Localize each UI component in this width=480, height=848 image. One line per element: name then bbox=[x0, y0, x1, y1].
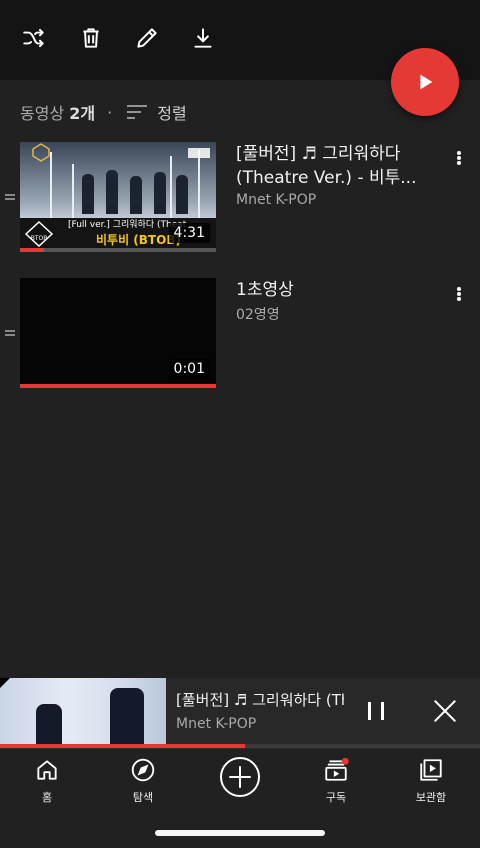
video-thumbnail[interactable]: BTOB [Full ver.] 그리워하다 (Theat 비투비 (BTOB)… bbox=[20, 142, 216, 252]
miniplayer-channel: Mnet K-POP bbox=[176, 716, 257, 732]
btob-logo: BTOB bbox=[24, 221, 54, 247]
add-circle-icon[interactable] bbox=[219, 756, 261, 798]
nav-label: 보관함 bbox=[415, 791, 447, 804]
playlist-meta-row: 동영상 2개 · 정렬 bbox=[20, 100, 187, 124]
video-title[interactable]: [풀버전] ♬ 그리워하다 (Theatre Ver.) - 비투... bbox=[236, 142, 436, 190]
watch-progress-bar bbox=[20, 248, 44, 252]
play-icon bbox=[420, 74, 433, 90]
video-thumbnail[interactable]: 0:01 bbox=[20, 278, 216, 388]
library-icon bbox=[420, 759, 442, 781]
nav-explore[interactable]: 탐색 bbox=[103, 757, 183, 805]
sort-button[interactable]: 정렬 bbox=[157, 100, 186, 124]
drag-handle-icon[interactable] bbox=[5, 330, 15, 338]
video-duration: 0:01 bbox=[168, 359, 210, 379]
nav-label: 구독 bbox=[325, 791, 347, 804]
edit-button[interactable] bbox=[131, 22, 163, 54]
playlist-video-item[interactable]: BTOB [Full ver.] 그리워하다 (Theat 비투비 (BTOB)… bbox=[0, 142, 480, 256]
video-count: 동영상 2개 bbox=[20, 104, 96, 123]
home-indicator[interactable] bbox=[155, 830, 325, 836]
video-duration: 4:31 bbox=[168, 223, 210, 243]
sort-icon[interactable] bbox=[126, 104, 148, 120]
close-icon[interactable] bbox=[432, 698, 458, 724]
playlist-video-item[interactable]: 0:01 1초영상 02영영 bbox=[0, 278, 480, 392]
download-icon bbox=[194, 28, 212, 48]
nav-home[interactable]: 홈 bbox=[7, 757, 87, 805]
trash-icon bbox=[83, 28, 99, 48]
svg-text:BTOB: BTOB bbox=[31, 235, 48, 242]
shuffle-icon bbox=[23, 28, 44, 48]
channel-watermark bbox=[188, 148, 210, 158]
nav-label: 탐색 bbox=[132, 791, 154, 804]
video-channel: Mnet K-POP bbox=[236, 192, 317, 208]
pause-icon[interactable] bbox=[365, 700, 387, 722]
compass-icon bbox=[131, 758, 155, 782]
miniplayer[interactable]: [풀버전] ♬ 그리워하다 (Th... Mnet K-POP bbox=[0, 678, 480, 748]
nav-label: 홈 bbox=[41, 791, 53, 804]
download-button[interactable] bbox=[187, 22, 219, 54]
show-logo-icon bbox=[32, 143, 50, 162]
shuffle-button[interactable] bbox=[18, 22, 50, 54]
home-icon bbox=[37, 760, 57, 780]
play-all-button[interactable] bbox=[391, 48, 459, 116]
video-title[interactable]: 1초영상 bbox=[236, 278, 436, 302]
subscriptions-icon bbox=[325, 757, 349, 781]
miniplayer-thumbnail[interactable] bbox=[0, 678, 166, 744]
meta-separator: · bbox=[107, 102, 113, 122]
drag-handle-icon[interactable] bbox=[5, 194, 15, 202]
miniplayer-title[interactable]: [풀버전] ♬ 그리워하다 (Th... bbox=[176, 689, 344, 710]
watch-progress-bar bbox=[20, 384, 216, 388]
delete-button[interactable] bbox=[75, 22, 107, 54]
nav-subscriptions[interactable]: 구독 bbox=[296, 757, 376, 805]
pencil-icon bbox=[137, 28, 157, 48]
nav-library[interactable]: 보관함 bbox=[391, 757, 471, 805]
more-options-icon[interactable] bbox=[452, 148, 466, 168]
video-channel: 02영영 bbox=[236, 307, 280, 323]
more-options-icon[interactable] bbox=[452, 284, 466, 304]
